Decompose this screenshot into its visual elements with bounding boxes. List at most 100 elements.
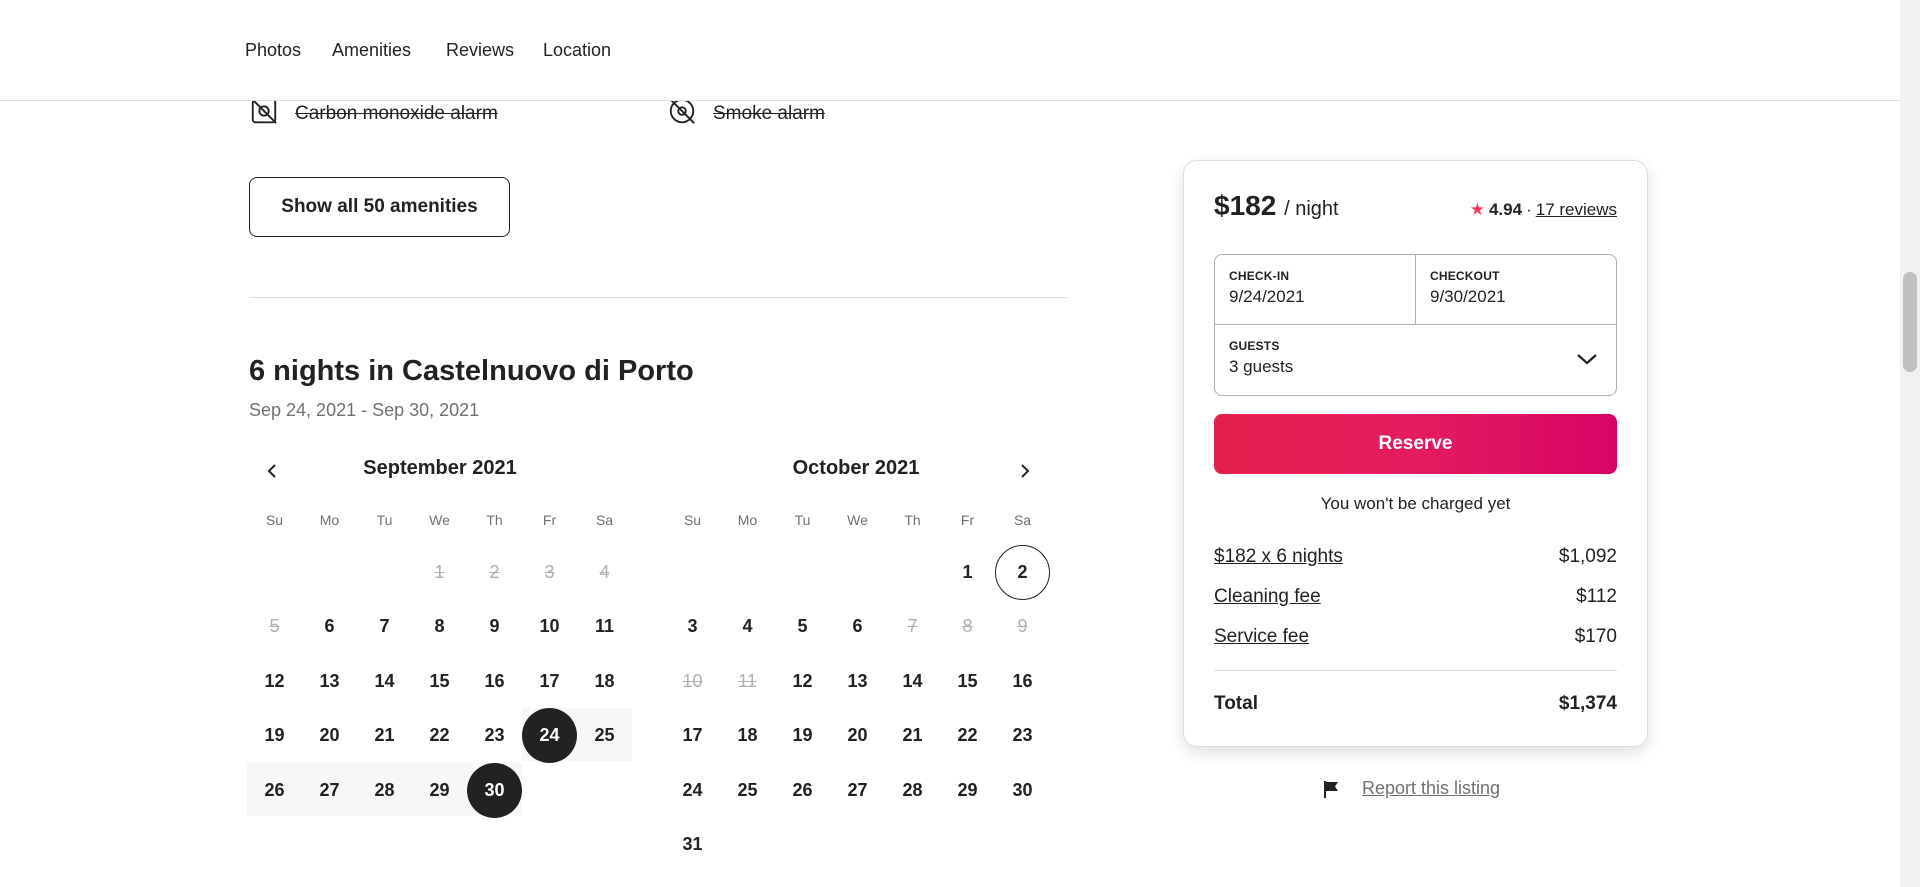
section-nav-bar: Photos Amenities Reviews Location — [0, 0, 1900, 101]
total-amount: $1,374 — [1558, 693, 1617, 714]
calendar-day[interactable]: 3 — [665, 599, 720, 654]
calendar-day[interactable]: 10 — [522, 599, 577, 654]
calendar-day[interactable]: 14 — [357, 654, 412, 709]
weekday-header-fr: Fr — [960, 512, 975, 528]
weekday-header-su: Su — [265, 512, 284, 528]
weekday-header-mo: Mo — [737, 512, 758, 528]
calendar-day: 3 — [544, 562, 555, 582]
rating-summary: ★ 4.94 · 17 reviews — [1470, 200, 1617, 220]
nav-link-reviews[interactable]: Reviews — [446, 40, 514, 61]
smoke-alarm-icon — [667, 96, 697, 132]
page-scrollbar[interactable] — [1900, 0, 1920, 887]
calendar-day[interactable]: 9 — [467, 599, 522, 654]
calendar-day[interactable]: 23 — [995, 708, 1050, 763]
calendar-day[interactable]: 24 — [522, 708, 577, 763]
calendar-day[interactable]: 20 — [830, 708, 885, 763]
calendar-day[interactable]: 4 — [720, 599, 775, 654]
next-month-button[interactable] — [1006, 453, 1042, 489]
nav-link-photos[interactable]: Photos — [245, 40, 301, 61]
calendar-date-range: Sep 24, 2021 - Sep 30, 2021 — [249, 400, 480, 420]
reserve-button[interactable]: Reserve — [1214, 414, 1617, 474]
calendar-day[interactable]: 27 — [302, 763, 357, 818]
calendar-day[interactable]: 8 — [412, 599, 467, 654]
calendar-day[interactable]: 25 — [577, 708, 632, 763]
fee-label-nights[interactable]: $182 x 6 nights — [1214, 546, 1343, 568]
calendar-day[interactable]: 21 — [885, 708, 940, 763]
guests-value: 3 guests — [1229, 357, 1294, 376]
nav-link-location[interactable]: Location — [543, 40, 611, 61]
calendar-day[interactable]: 6 — [302, 599, 357, 654]
calendar-day[interactable]: 29 — [940, 763, 995, 818]
calendar-day[interactable]: 30 — [467, 763, 522, 818]
scrollbar-thumb[interactable] — [1903, 272, 1917, 372]
nav-link-amenities[interactable]: Amenities — [332, 40, 411, 61]
calendar-day[interactable]: 12 — [775, 654, 830, 709]
amenity-label: Carbon monoxide alarm — [295, 103, 498, 124]
calendar-day[interactable]: 20 — [302, 708, 357, 763]
weekday-header-mo: Mo — [319, 512, 340, 528]
checkin-field[interactable]: CHECK-IN 9/24/2021 — [1215, 255, 1416, 325]
calendar-day[interactable]: 27 — [830, 763, 885, 818]
checkin-value: 9/24/2021 — [1229, 287, 1305, 306]
calendar-day: 11 — [738, 671, 757, 691]
weekday-header-we: We — [847, 512, 868, 528]
calendar-day: 9 — [1017, 616, 1028, 636]
calendar-day[interactable]: 29 — [412, 763, 467, 818]
calendar-day[interactable]: 22 — [412, 708, 467, 763]
reviews-link[interactable]: 17 reviews — [1536, 200, 1617, 220]
calendar-day[interactable]: 1 — [940, 545, 995, 600]
calendar-day[interactable]: 14 — [885, 654, 940, 709]
calendar-day[interactable]: 26 — [247, 763, 302, 818]
calendar-day[interactable]: 17 — [522, 654, 577, 709]
calendar-day[interactable]: 28 — [885, 763, 940, 818]
report-listing[interactable]: Report this listing — [1322, 778, 1500, 799]
calendar-day[interactable]: 7 — [357, 599, 412, 654]
calendar-day[interactable]: 30 — [995, 763, 1050, 818]
calendar-day[interactable]: 26 — [775, 763, 830, 818]
previous-month-button[interactable] — [255, 453, 291, 489]
rating-separator: · — [1526, 200, 1532, 219]
calendar-day[interactable]: 5 — [775, 599, 830, 654]
calendar-day[interactable]: 13 — [830, 654, 885, 709]
calendar-day: 7 — [907, 616, 918, 636]
calendar-day[interactable]: 28 — [357, 763, 412, 818]
chevron-left-icon — [267, 464, 276, 478]
calendar-day[interactable]: 15 — [940, 654, 995, 709]
calendar-day[interactable]: 11 — [577, 599, 632, 654]
weekday-header-we: We — [429, 512, 450, 528]
calendar-day[interactable]: 16 — [467, 654, 522, 709]
calendar-day[interactable]: 25 — [720, 763, 775, 818]
calendar-day[interactable]: 21 — [357, 708, 412, 763]
guests-field[interactable]: GUESTS 3 guests — [1215, 325, 1616, 395]
weekday-header-th: Th — [904, 512, 921, 528]
price-per-night: / night — [1284, 198, 1339, 220]
fee-label-service[interactable]: Service fee — [1214, 626, 1309, 648]
report-listing-label[interactable]: Report this listing — [1362, 778, 1500, 799]
show-all-amenities-button[interactable]: Show all 50 amenities — [249, 177, 510, 237]
calendar-day[interactable]: 24 — [665, 763, 720, 818]
fee-row-cleaning: Cleaning fee $112 — [1214, 586, 1617, 608]
calendar-day[interactable]: 18 — [720, 708, 775, 763]
weekday-header-sa: Sa — [595, 512, 614, 528]
calendar-day: 5 — [269, 616, 280, 636]
calendar-day[interactable]: 2 — [995, 545, 1050, 600]
date-guest-picker: CHECK-IN 9/24/2021 CHECKOUT 9/30/2021 GU… — [1214, 254, 1617, 396]
weekday-header-th: Th — [486, 512, 503, 528]
calendar-day[interactable]: 18 — [577, 654, 632, 709]
calendar-day[interactable]: 17 — [665, 708, 720, 763]
calendar-day[interactable]: 31 — [665, 817, 720, 872]
calendar-day[interactable]: 22 — [940, 708, 995, 763]
calendar-day[interactable]: 19 — [247, 708, 302, 763]
calendar-day[interactable]: 12 — [247, 654, 302, 709]
calendar-day[interactable]: 19 — [775, 708, 830, 763]
calendar-day[interactable]: 13 — [302, 654, 357, 709]
calendar-day[interactable]: 23 — [467, 708, 522, 763]
calendar-day[interactable]: 16 — [995, 654, 1050, 709]
rating-value: 4.94 — [1488, 200, 1523, 219]
weekday-header-tu: Tu — [794, 512, 811, 528]
checkout-field[interactable]: CHECKOUT 9/30/2021 — [1416, 255, 1616, 325]
month-title-october: October 2021 — [792, 457, 920, 479]
calendar-day[interactable]: 6 — [830, 599, 885, 654]
fee-label-cleaning[interactable]: Cleaning fee — [1214, 586, 1321, 608]
calendar-day[interactable]: 15 — [412, 654, 467, 709]
